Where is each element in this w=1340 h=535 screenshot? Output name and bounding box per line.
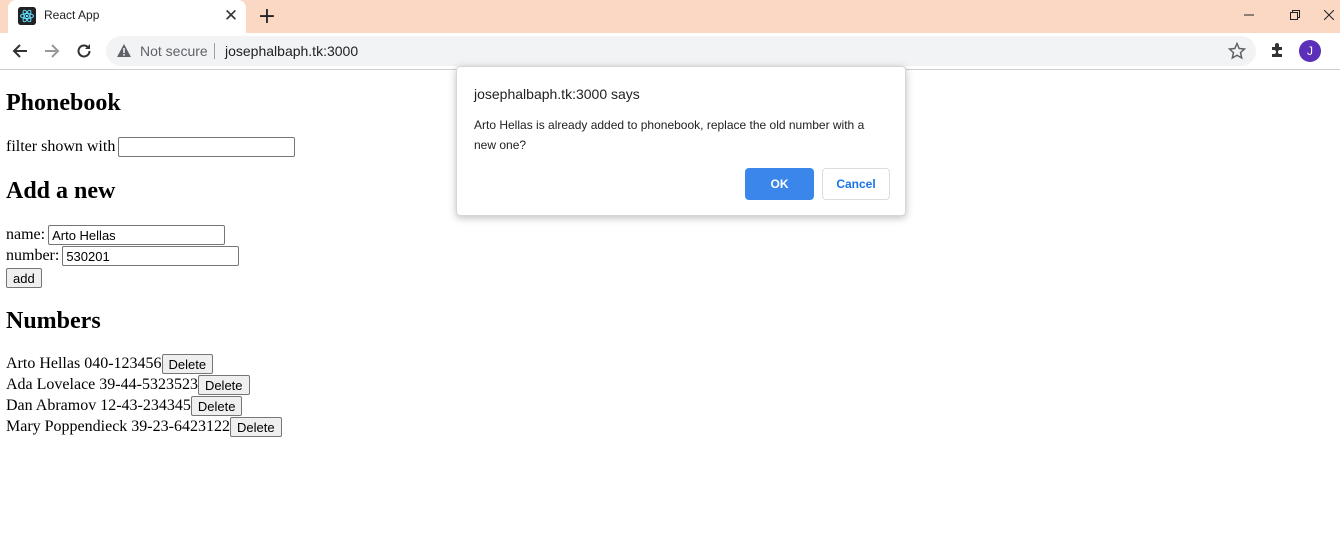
restore-icon[interactable] <box>1272 0 1318 30</box>
window-close-icon[interactable] <box>1318 0 1340 30</box>
person-text: Dan Abramov 12-43-234345 <box>6 397 191 414</box>
person-text: Mary Poppendieck 39-23-6423122 <box>6 418 230 435</box>
profile-avatar[interactable]: J <box>1299 40 1321 62</box>
person-row: Mary Poppendieck 39-23-6423122 Delete <box>6 417 282 437</box>
tab-title: React App <box>44 8 100 22</box>
react-favicon-icon <box>18 7 36 25</box>
filter-row: filter shown with <box>6 137 296 157</box>
omnibox-divider <box>214 43 215 59</box>
filter-label: filter shown with <box>6 138 116 155</box>
cancel-button[interactable]: Cancel <box>822 168 890 200</box>
dialog-message: Arto Hellas is already added to phoneboo… <box>474 118 865 152</box>
minimize-icon[interactable] <box>1226 0 1272 30</box>
delete-button[interactable]: Delete <box>190 396 243 416</box>
url-text[interactable]: josephalbaph.tk:3000 <box>225 43 358 59</box>
browser-toolbar: Not secure josephalbaph.tk:3000 J <box>0 33 1340 70</box>
confirm-dialog: josephalbaph.tk:3000 says Arto Hellas is… <box>456 66 906 216</box>
ok-button[interactable]: OK <box>745 168 814 200</box>
bookmark-star-icon[interactable] <box>1227 41 1247 60</box>
person-row: Arto Hellas 040-123456 Delete <box>6 354 214 374</box>
person-row: Dan Abramov 12-43-234345 Delete <box>6 396 243 416</box>
warning-icon[interactable] <box>116 43 132 59</box>
reload-icon[interactable] <box>71 38 97 64</box>
name-row: name: <box>6 225 226 245</box>
filter-input[interactable] <box>118 137 296 157</box>
back-arrow-icon[interactable] <box>7 38 33 64</box>
number-row: number: <box>6 246 240 266</box>
number-label: number: <box>6 247 60 264</box>
delete-button[interactable]: Delete <box>197 375 250 395</box>
add-button[interactable]: add <box>6 268 42 288</box>
security-status[interactable]: Not secure <box>140 43 208 59</box>
name-input[interactable] <box>48 225 226 245</box>
delete-button[interactable]: Delete <box>161 354 214 374</box>
close-tab-icon[interactable]: ✕ <box>222 6 240 26</box>
delete-button[interactable]: Delete <box>229 417 282 437</box>
dialog-title: josephalbaph.tk:3000 says <box>474 86 640 102</box>
add-new-heading: Add a new <box>6 178 116 204</box>
person-text: Ada Lovelace 39-44-5323523 <box>6 376 198 393</box>
extensions-puzzle-icon[interactable] <box>1268 41 1288 61</box>
browser-tab[interactable]: React App ✕ <box>8 0 246 33</box>
tab-strip: React App ✕ + <box>0 0 1340 33</box>
name-label: name: <box>6 226 46 243</box>
page-title: Phonebook <box>6 90 121 116</box>
forward-arrow-icon[interactable] <box>39 38 65 64</box>
person-row: Ada Lovelace 39-44-5323523 Delete <box>6 375 250 395</box>
address-bar[interactable]: Not secure josephalbaph.tk:3000 <box>106 36 1256 66</box>
number-input[interactable] <box>62 246 240 266</box>
new-tab-icon[interactable]: + <box>255 4 279 29</box>
numbers-heading: Numbers <box>6 308 101 334</box>
person-text: Arto Hellas 040-123456 <box>6 355 162 372</box>
